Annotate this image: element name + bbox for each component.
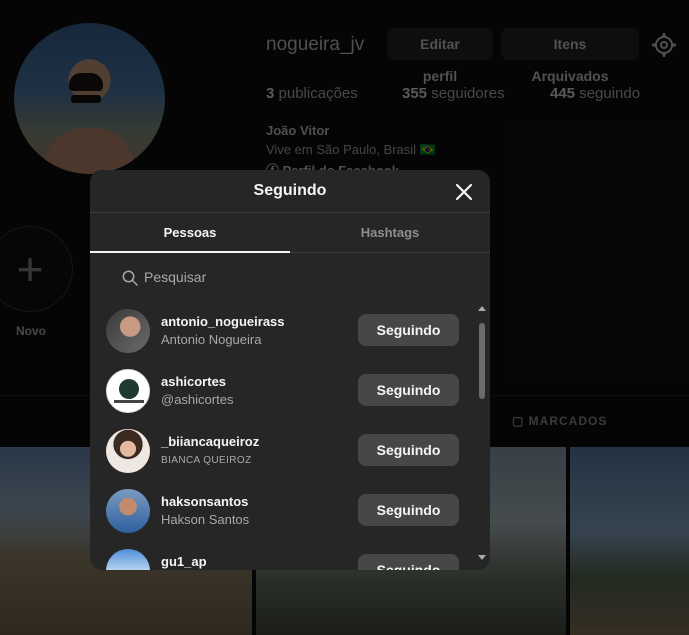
account-name: BIANCA QUEIROZ (161, 455, 252, 466)
avatar[interactable] (106, 549, 150, 570)
archived-items-button[interactable]: Itens Arquivados (501, 28, 639, 84)
list-item: haksonsantos Hakson Santos Seguindo (90, 481, 490, 541)
list-item: gu1_ap Seguindo (90, 541, 490, 570)
profile-avatar[interactable] (14, 23, 165, 174)
modal-title: Seguindo (253, 182, 327, 199)
scrollbar-thumb[interactable] (479, 323, 485, 399)
account-username[interactable]: haksonsantos (161, 494, 248, 509)
account-name: Antonio Nogueira (161, 332, 262, 347)
avatar[interactable] (106, 369, 150, 413)
following-list: antonio_nogueirass Antonio Nogueira Segu… (90, 301, 490, 570)
account-username[interactable]: _biiancaqueiroz (161, 434, 259, 449)
account-username[interactable]: ashicortes (161, 374, 226, 389)
edit-profile-button[interactable]: Editar perfil (387, 28, 493, 84)
list-item: ashicortes @ashicortes Seguindo (90, 361, 490, 421)
new-highlight-label: Novo (16, 324, 46, 338)
avatar[interactable] (106, 429, 150, 473)
posts-count: 3 publicações (266, 85, 358, 102)
avatar[interactable] (106, 489, 150, 533)
tab-people[interactable]: Pessoas (90, 213, 290, 252)
following-button[interactable]: Seguindo (358, 494, 459, 526)
plus-icon: + (16, 243, 44, 295)
profile-username: nogueira_jv (266, 34, 365, 55)
list-scrollbar[interactable] (474, 301, 490, 570)
following-modal: Seguindo Pessoas Hashtags antonio_noguei… (90, 170, 490, 570)
account-username[interactable]: antonio_nogueirass (161, 314, 285, 329)
following-button[interactable]: Seguindo (358, 554, 459, 570)
account-name: @ashicortes (161, 392, 234, 407)
settings-gear-icon[interactable] (652, 33, 676, 57)
new-highlight-button[interactable]: + (0, 226, 73, 312)
search-icon (122, 270, 138, 286)
following-button[interactable]: Seguindo (358, 434, 459, 466)
scroll-down-arrow-icon[interactable] (478, 555, 486, 560)
tab-hashtags[interactable]: Hashtags (290, 213, 490, 252)
scroll-up-arrow-icon[interactable] (478, 306, 486, 311)
followers-count[interactable]: 355 seguidores (402, 85, 505, 102)
following-button[interactable]: Seguindo (358, 314, 459, 346)
profile-full-name: João Vitor (266, 123, 330, 138)
post-thumbnail[interactable] (570, 447, 689, 635)
close-icon[interactable] (452, 180, 476, 204)
list-item: antonio_nogueirass Antonio Nogueira Segu… (90, 301, 490, 361)
avatar[interactable] (106, 309, 150, 353)
modal-header: Seguindo (90, 170, 490, 213)
account-name: Hakson Santos (161, 512, 250, 527)
modal-tabs: Pessoas Hashtags (90, 213, 490, 253)
search-bar (90, 253, 490, 301)
tab-tagged[interactable]: ▢ MARCADOS (512, 414, 607, 428)
search-input[interactable] (144, 267, 444, 287)
account-username[interactable]: gu1_ap (161, 554, 207, 569)
list-item: _biiancaqueiroz BIANCA QUEIROZ Seguindo (90, 421, 490, 481)
profile-bio: Vive em São Paulo, Brasil 🇧🇷 (266, 142, 436, 157)
following-button[interactable]: Seguindo (358, 374, 459, 406)
following-count[interactable]: 445 seguindo (550, 85, 640, 102)
